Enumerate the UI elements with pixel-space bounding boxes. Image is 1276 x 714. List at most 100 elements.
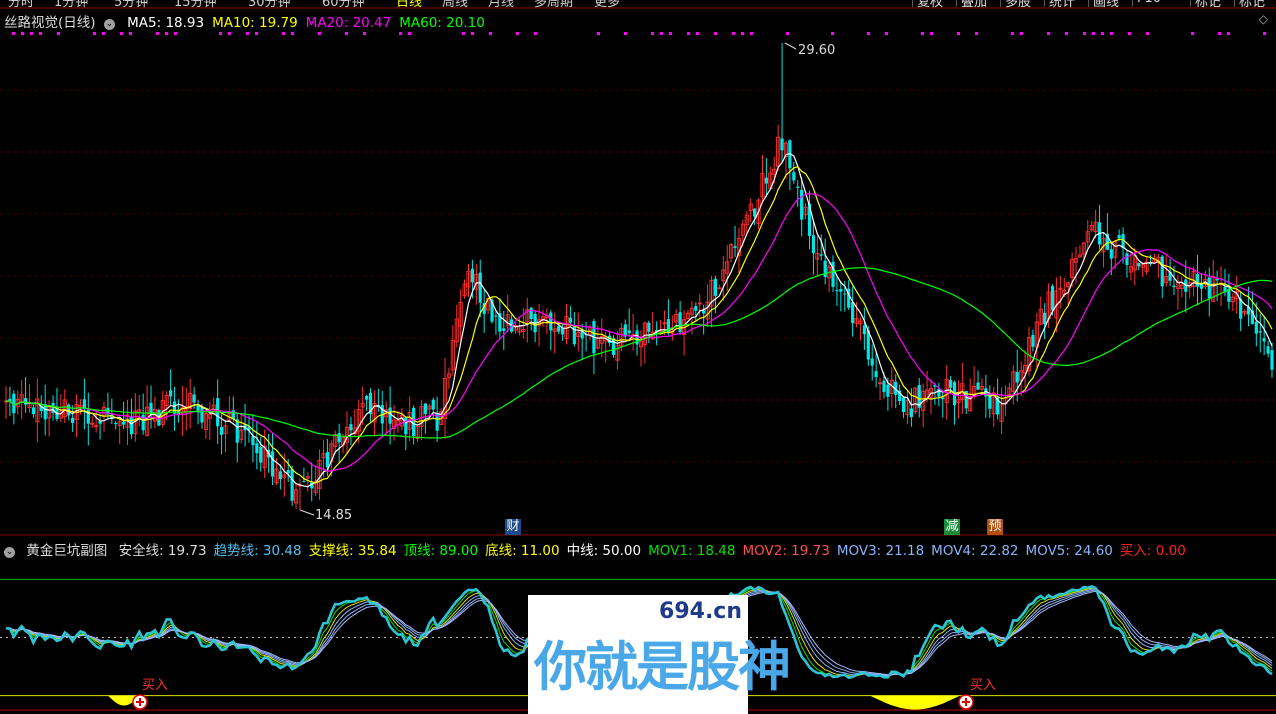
candle-body	[23, 398, 28, 405]
signal-dot	[1011, 32, 1014, 35]
candle-body	[1125, 253, 1129, 265]
candle-body	[901, 397, 906, 412]
signal-dot	[1092, 32, 1095, 35]
signal-dot	[282, 32, 285, 35]
signal-dot	[885, 32, 888, 35]
candle-body	[870, 358, 874, 366]
candle-body	[1258, 331, 1262, 333]
signal-dot	[57, 32, 60, 35]
signal-dot	[831, 32, 834, 35]
candle-body	[169, 390, 173, 397]
signal-dot	[291, 32, 294, 35]
candle-body	[1172, 285, 1176, 288]
signal-dot	[318, 32, 321, 35]
signal-dot	[1020, 32, 1023, 35]
candle-body	[337, 433, 341, 443]
candle-body	[141, 414, 145, 431]
candle-body	[811, 235, 816, 254]
buy-label: 买入	[142, 678, 168, 693]
signal-dot	[30, 32, 33, 35]
signal-dot	[660, 32, 663, 35]
candle-body	[290, 469, 294, 501]
candle-body	[302, 481, 306, 483]
event-tag-finance[interactable]: 财	[505, 519, 521, 535]
high-marker-label: 29.60	[798, 43, 835, 58]
candle-body	[255, 443, 259, 454]
candle-body	[839, 289, 843, 292]
candle-body	[129, 416, 134, 435]
candle-body	[270, 451, 275, 477]
candle-body	[1254, 321, 1258, 334]
event-tag-reduce[interactable]: 减	[944, 519, 960, 535]
candle-body	[713, 278, 718, 296]
candle-body	[753, 208, 757, 217]
signal-dot	[921, 32, 924, 35]
candle-body	[435, 414, 439, 431]
signal-dot	[471, 32, 474, 35]
signal-dot	[687, 32, 690, 35]
indicator-legend-10: MOV5: 24.60	[1025, 543, 1113, 559]
candle-body	[1137, 262, 1141, 267]
signal-dot	[1065, 32, 1068, 35]
candle-body	[200, 407, 204, 423]
signal-dot	[174, 32, 177, 35]
candle-body	[627, 330, 631, 334]
candle-body	[1050, 286, 1055, 311]
candle-body	[251, 436, 255, 446]
candle-body	[1207, 277, 1211, 299]
collapse-icon[interactable]: ⌄	[4, 547, 15, 558]
watermark-url: 694.cn	[659, 599, 742, 624]
signal-dot	[345, 32, 348, 35]
candle-body	[470, 268, 475, 283]
candle-body	[114, 423, 118, 425]
pit-area	[870, 695, 960, 710]
event-tag-forecast[interactable]: 预	[987, 519, 1003, 535]
candle-body	[800, 189, 804, 220]
signal-dot	[1191, 32, 1194, 35]
candle-body	[792, 172, 796, 181]
candle-body	[431, 399, 435, 410]
signal-dot	[1227, 32, 1230, 35]
buy-label: 买入	[970, 678, 996, 693]
candle-body	[560, 328, 565, 335]
signal-dot	[1128, 32, 1131, 35]
candle-body	[780, 138, 784, 151]
signal-dot	[219, 32, 222, 35]
signal-dot	[363, 32, 366, 35]
signal-dot	[93, 32, 96, 35]
candle-body	[1195, 274, 1200, 287]
signal-dot	[462, 32, 465, 35]
signal-dot	[516, 32, 519, 35]
signal-dot	[12, 32, 15, 35]
candle-body	[764, 177, 768, 184]
signal-dot	[21, 32, 24, 35]
candle-body	[1270, 350, 1274, 370]
signal-dot	[696, 32, 699, 35]
candle-body	[819, 254, 823, 256]
sub-legend: ⌄ 黄金巨坑副图 安全线: 19.73 趋势线: 30.48 支撑线: 35.84 顶…	[4, 539, 1200, 559]
watermark-text: 你就是股神	[534, 637, 791, 698]
candle-body	[31, 407, 36, 415]
signal-dot	[651, 32, 654, 35]
candle-body	[886, 384, 890, 397]
candle-body	[192, 394, 196, 403]
candle-body	[71, 417, 75, 423]
candle-body	[494, 315, 498, 317]
signal-dot	[255, 32, 258, 35]
candle-body	[796, 186, 800, 188]
candle-body	[412, 407, 416, 437]
candle-body	[529, 307, 533, 320]
signal-dot	[714, 32, 717, 35]
candle-body	[941, 397, 945, 400]
candle-body	[549, 312, 553, 331]
indicator-legend-6: MOV1: 18.48	[648, 543, 736, 559]
candle-body	[325, 452, 329, 468]
candle-body	[882, 380, 886, 392]
high-marker-arrow	[784, 42, 797, 50]
candle-body	[349, 424, 353, 431]
signal-dot	[975, 32, 978, 35]
signal-dot	[246, 32, 249, 35]
indicator-legend-items: 安全线: 19.73 趋势线: 30.48 支撑线: 35.84 顶线: 89.00 底…	[119, 543, 1193, 559]
signal-dot	[102, 32, 105, 35]
signal-dot	[1110, 32, 1113, 35]
